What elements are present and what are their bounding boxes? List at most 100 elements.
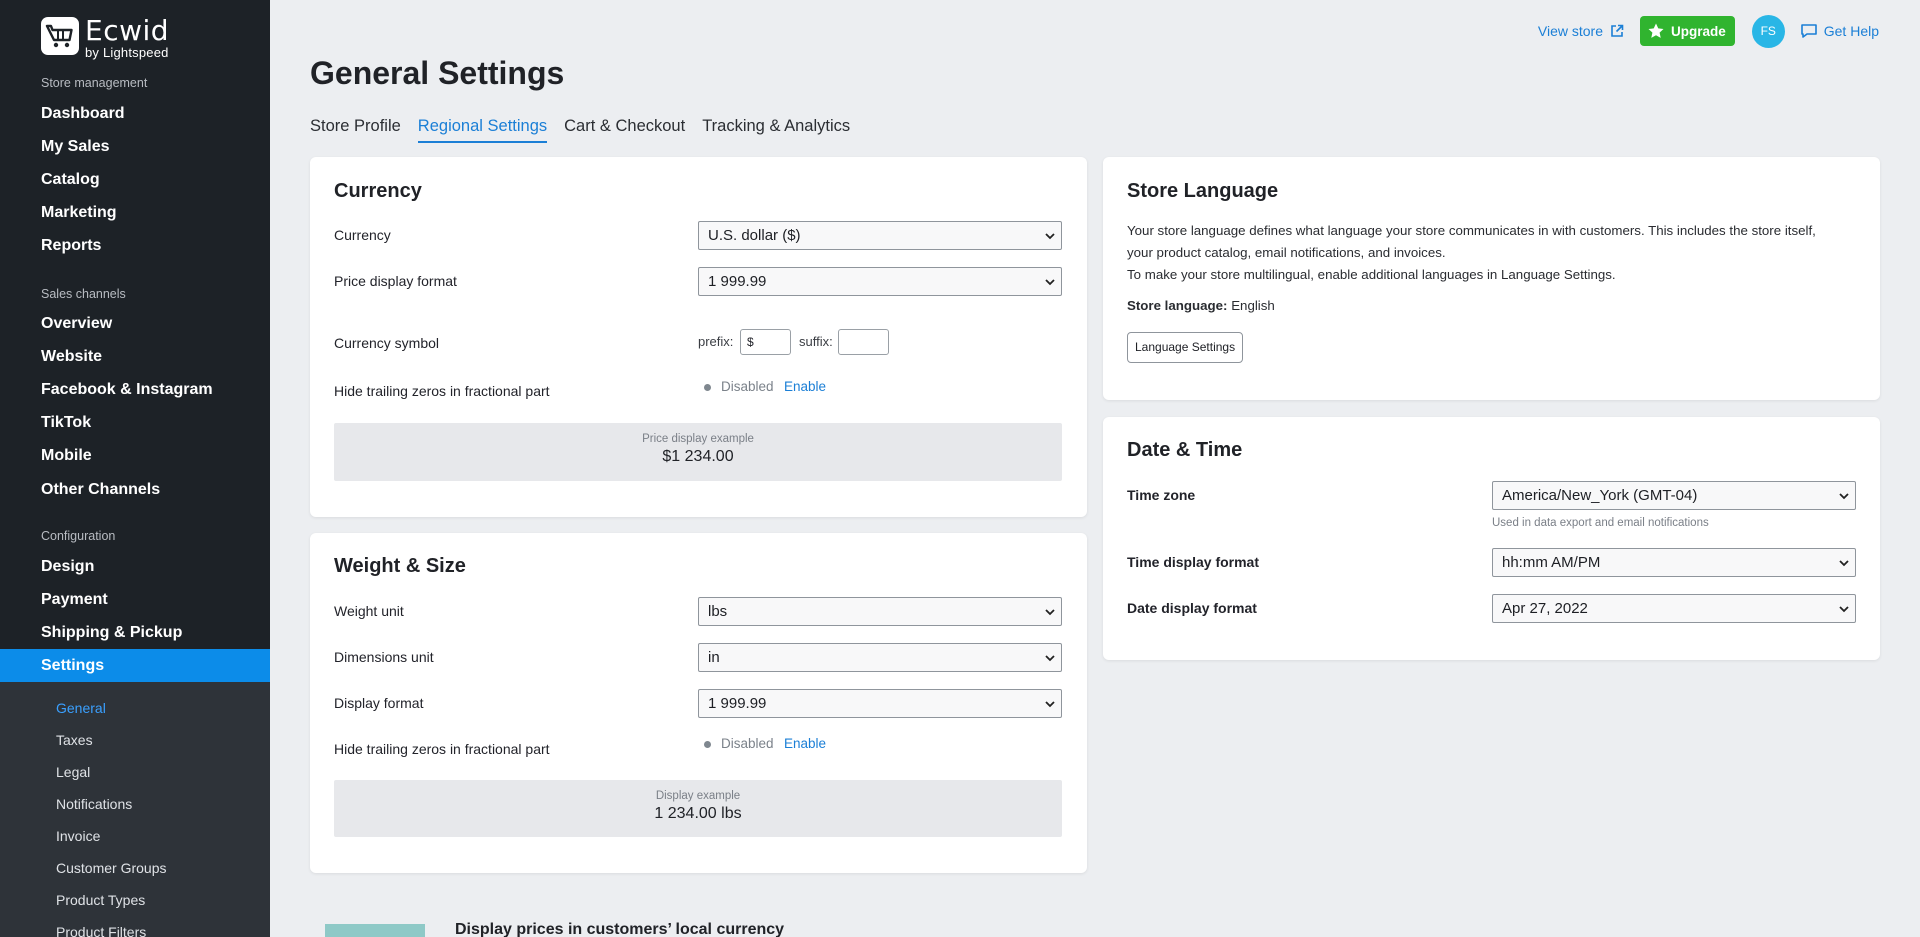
time-zone-value: America/New_York (GMT-04) xyxy=(1502,487,1698,504)
nav-reports[interactable]: Reports xyxy=(41,237,101,255)
weight-display-example: Display example 1 234.00 lbs xyxy=(334,780,1062,837)
status-dot xyxy=(704,384,711,391)
nav-dashboard[interactable]: Dashboard xyxy=(41,105,125,123)
subnav-customer-groups[interactable]: Customer Groups xyxy=(56,860,166,876)
tab-regional-settings[interactable]: Regional Settings xyxy=(417,117,548,143)
settings-subnav: General Taxes Legal Notifications Invoic… xyxy=(0,682,270,937)
time-zone-label: Time zone xyxy=(1127,487,1196,503)
chevron-down-icon xyxy=(1839,493,1849,500)
get-help-link[interactable]: Get Help xyxy=(1800,23,1879,39)
store-language-value: English xyxy=(1231,298,1275,313)
section-sales-channels: Sales channels xyxy=(41,287,126,301)
display-format-value: 1 999.99 xyxy=(708,695,767,712)
date-time-title: Date & Time xyxy=(1127,439,1243,461)
prefix-input[interactable]: $ xyxy=(740,329,791,355)
dimensions-unit-value: in xyxy=(708,649,720,666)
hide-zeros-status: Disabled xyxy=(721,379,774,394)
language-settings-button[interactable]: Language Settings xyxy=(1127,332,1244,363)
view-store-link[interactable]: View store xyxy=(1538,23,1624,39)
chevron-down-icon xyxy=(1045,655,1055,662)
tab-store-profile[interactable]: Store Profile xyxy=(310,117,401,143)
desc-line-2: your product catalog, email notification… xyxy=(1127,245,1446,260)
tab-tracking-analytics[interactable]: Tracking & Analytics xyxy=(702,117,850,143)
chevron-down-icon xyxy=(1045,233,1055,240)
page-title: General Settings xyxy=(310,55,565,91)
currency-select[interactable]: U.S. dollar ($) xyxy=(698,221,1062,250)
top-bar: View store Upgrade FS Get Help xyxy=(1538,14,1879,48)
weight-unit-select[interactable]: lbs xyxy=(698,597,1062,626)
desc-line-3: To make your store multilingual, enable … xyxy=(1127,267,1616,282)
nav-payment[interactable]: Payment xyxy=(41,591,108,609)
nav-other-channels[interactable]: Other Channels xyxy=(41,481,160,499)
nav-shipping-pickup[interactable]: Shipping & Pickup xyxy=(41,624,182,642)
store-language-label: Store language: xyxy=(1127,298,1228,313)
weight-unit-value: lbs xyxy=(708,603,728,620)
chevron-down-icon xyxy=(1839,560,1849,567)
avatar[interactable]: FS xyxy=(1751,14,1785,48)
time-format-value: hh:mm AM/PM xyxy=(1502,554,1601,571)
store-language-card: Store Language Your store language defin… xyxy=(1103,157,1880,400)
settings-tabs: Store Profile Regional Settings Cart & C… xyxy=(310,117,867,143)
subnav-general[interactable]: General xyxy=(56,700,106,716)
hide-zeros-enable-link[interactable]: Enable xyxy=(784,736,826,751)
hide-zeros-enable-link[interactable]: Enable xyxy=(784,379,826,394)
get-help-label: Get Help xyxy=(1823,23,1879,39)
nav-marketing[interactable]: Marketing xyxy=(41,204,117,222)
chevron-down-icon xyxy=(1045,279,1055,286)
cart-logo-icon xyxy=(41,17,79,55)
section-store-management: Store management xyxy=(41,76,148,90)
example-label: Display example xyxy=(655,790,741,802)
suffix-input[interactable] xyxy=(838,329,889,355)
subnav-taxes[interactable]: Taxes xyxy=(56,732,93,748)
nav-website[interactable]: Website xyxy=(41,348,102,366)
time-zone-select[interactable]: America/New_York (GMT-04) xyxy=(1492,481,1856,510)
section-configuration: Configuration xyxy=(41,529,116,543)
price-format-label: Price display format xyxy=(334,273,457,289)
desc-line-1: Your store language defines what languag… xyxy=(1127,223,1816,238)
nav-my-sales[interactable]: My Sales xyxy=(41,138,109,156)
subnav-legal[interactable]: Legal xyxy=(56,764,90,780)
nav-design[interactable]: Design xyxy=(41,558,94,576)
brand-by: by Lightspeed xyxy=(85,45,169,60)
store-language-row: Store language: English xyxy=(1127,295,1275,317)
upgrade-label: Upgrade xyxy=(1670,23,1726,39)
date-format-value: Apr 27, 2022 xyxy=(1502,600,1588,617)
store-language-title: Store Language xyxy=(1127,180,1279,202)
view-store-label: View store xyxy=(1537,23,1603,39)
nav-mobile[interactable]: Mobile xyxy=(41,447,92,465)
currency-title: Currency xyxy=(334,180,422,202)
chevron-down-icon xyxy=(1045,609,1055,616)
date-format-select[interactable]: Apr 27, 2022 xyxy=(1492,594,1856,623)
external-link-icon xyxy=(1611,24,1624,37)
promo-illustration xyxy=(325,924,425,937)
ecwid-logo[interactable]: Ecwid by Lightspeed xyxy=(41,17,169,59)
nav-tiktok[interactable]: TikTok xyxy=(41,414,91,432)
weight-size-card: Weight & Size Weight unit lbs Dimensions… xyxy=(310,533,1087,873)
price-format-select[interactable]: 1 999.99 xyxy=(698,267,1062,296)
hide-zeros-label: Hide trailing zeros in fractional part xyxy=(334,741,550,757)
example-value: $1 234.00 xyxy=(662,448,734,465)
star-icon xyxy=(1648,23,1664,38)
store-language-description: Your store language defines what languag… xyxy=(1127,220,1867,286)
dimensions-unit-label: Dimensions unit xyxy=(334,649,434,665)
hide-zeros-label: Hide trailing zeros in fractional part xyxy=(334,383,550,399)
subnav-product-filters[interactable]: Product Filters xyxy=(56,924,146,937)
weight-size-title: Weight & Size xyxy=(334,555,466,577)
currency-card: Currency Currency U.S. dollar ($) Price … xyxy=(310,157,1087,517)
time-format-select[interactable]: hh:mm AM/PM xyxy=(1492,548,1856,577)
subnav-notifications[interactable]: Notifications xyxy=(56,796,132,812)
dimensions-unit-select[interactable]: in xyxy=(698,643,1062,672)
nav-overview[interactable]: Overview xyxy=(41,315,112,333)
price-display-example: Price display example $1 234.00 xyxy=(334,423,1062,481)
subnav-invoice[interactable]: Invoice xyxy=(56,828,100,844)
subnav-product-types[interactable]: Product Types xyxy=(56,892,145,908)
status-dot xyxy=(704,741,711,748)
nav-settings[interactable]: Settings xyxy=(0,649,270,682)
nav-catalog[interactable]: Catalog xyxy=(41,171,100,189)
currency-select-value: U.S. dollar ($) xyxy=(708,227,801,244)
display-format-select[interactable]: 1 999.99 xyxy=(698,689,1062,718)
tab-cart-checkout[interactable]: Cart & Checkout xyxy=(564,117,685,143)
example-value: 1 234.00 lbs xyxy=(654,805,742,822)
nav-facebook-instagram[interactable]: Facebook & Instagram xyxy=(41,381,213,399)
upgrade-button[interactable]: Upgrade xyxy=(1639,16,1735,46)
